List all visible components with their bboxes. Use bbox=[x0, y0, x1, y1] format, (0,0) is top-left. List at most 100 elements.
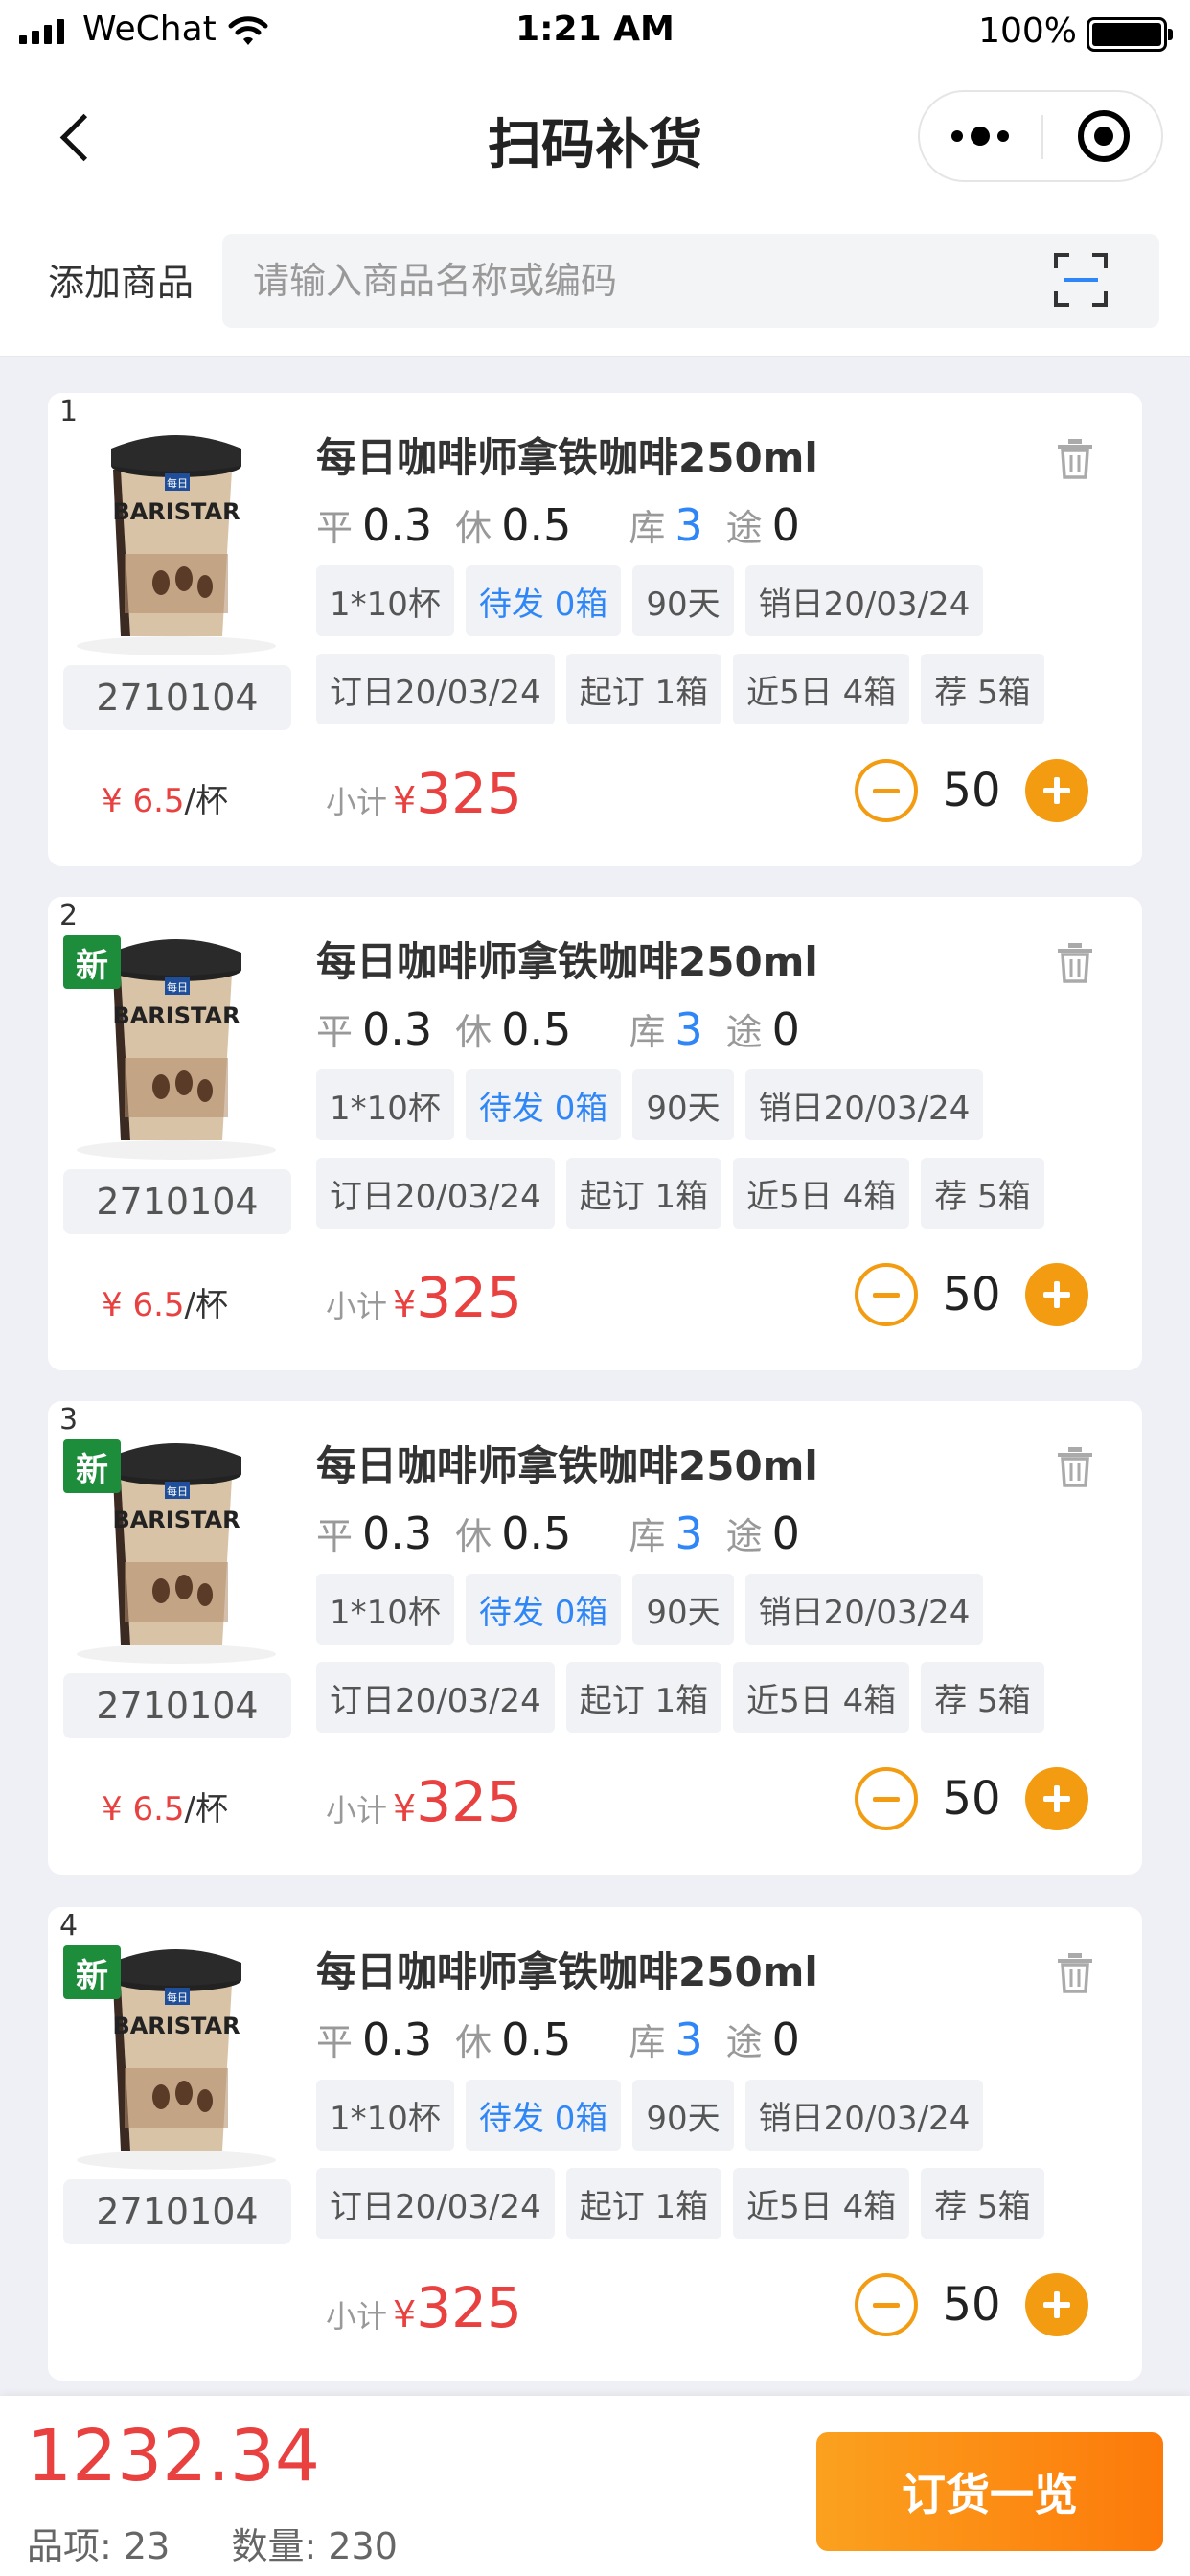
minus-icon[interactable] bbox=[855, 1263, 918, 1326]
price-unit: /杯 bbox=[184, 782, 228, 820]
items-label: 品项: bbox=[27, 2525, 112, 2567]
minus-icon[interactable] bbox=[855, 2273, 918, 2336]
tag-row-1: 1*10杯 待发 0箱 90天 销日20/03/24 bbox=[316, 1574, 984, 1644]
info-tag: 销日20/03/24 bbox=[744, 565, 984, 636]
info-tag: 订日20/03/24 bbox=[316, 654, 555, 724]
ku-value: 3 bbox=[675, 1003, 703, 1055]
tu-value: 0 bbox=[771, 1507, 800, 1559]
quantity-value[interactable]: 50 bbox=[918, 2278, 1025, 2332]
info-tag: 待发 0箱 bbox=[465, 565, 622, 636]
ping-label: 平 bbox=[316, 1515, 354, 1557]
info-tag: 近5日 4箱 bbox=[733, 1158, 910, 1229]
price-value: ¥ 6.5 bbox=[102, 1286, 185, 1324]
quantity-value[interactable]: 50 bbox=[918, 1268, 1025, 1322]
unit-price: ¥ 6.5/杯 bbox=[102, 1782, 228, 1829]
info-tag: 待发 0箱 bbox=[465, 2080, 622, 2150]
trash-icon[interactable] bbox=[1056, 1951, 1094, 1993]
quantity-stepper: 50 bbox=[855, 1767, 1088, 1830]
trash-icon[interactable] bbox=[1056, 941, 1094, 983]
info-tag: 1*10杯 bbox=[316, 565, 454, 636]
subtotal-amount: 325 bbox=[416, 761, 522, 826]
svg-text:每日: 每日 bbox=[167, 476, 188, 490]
new-badge: 新 bbox=[63, 935, 121, 989]
product-card: 4 新每日 BARISTAR 2710104 每日咖啡师拿铁咖啡250ml 平 0.3 休 0.… bbox=[48, 1907, 1142, 2380]
unit-price: ¥ 6.5/杯 bbox=[102, 774, 228, 821]
info-tag: 荐 5箱 bbox=[921, 2168, 1044, 2239]
product-image: 每日 BARISTAR bbox=[65, 410, 287, 659]
xiu-label: 休 bbox=[455, 507, 492, 549]
info-tag: 销日20/03/24 bbox=[744, 1574, 984, 1644]
quantity-value[interactable]: 50 bbox=[918, 1772, 1025, 1826]
subtotal: 小计 ¥325 bbox=[326, 2275, 522, 2340]
quantity-stepper: 50 bbox=[855, 2273, 1088, 2336]
ku-label: 库 bbox=[629, 1011, 666, 1053]
stock-stats: 平 0.3 休 0.5 库 3 途 0 bbox=[316, 1002, 800, 1055]
product-title: 每日咖啡师拿铁咖啡250ml bbox=[316, 434, 818, 481]
search-input[interactable] bbox=[222, 234, 1159, 328]
info-tag: 待发 0箱 bbox=[465, 1070, 622, 1140]
info-tag: 近5日 4箱 bbox=[733, 654, 910, 724]
svg-text:每日: 每日 bbox=[167, 1990, 188, 2004]
product-card: 2 新每日 BARISTAR 2710104 ¥ 6.5/杯 每日咖啡师拿铁咖啡250ml… bbox=[48, 897, 1142, 1370]
minus-icon[interactable] bbox=[855, 1767, 918, 1830]
subtotal-label: 小计 bbox=[326, 2298, 388, 2334]
ku-value: 3 bbox=[675, 499, 703, 551]
product-title: 每日咖啡师拿铁咖啡250ml bbox=[316, 1442, 818, 1489]
add-product-label: 添加商品 bbox=[48, 262, 195, 304]
info-tag: 待发 0箱 bbox=[465, 1574, 622, 1644]
xiu-value: 0.5 bbox=[501, 1003, 572, 1055]
ping-label: 平 bbox=[316, 1011, 354, 1053]
trash-icon[interactable] bbox=[1056, 1445, 1094, 1487]
tag-row-1: 1*10杯 待发 0箱 90天 销日20/03/24 bbox=[316, 1070, 984, 1140]
info-tag: 销日20/03/24 bbox=[744, 1070, 984, 1140]
ku-label: 库 bbox=[629, 507, 666, 549]
info-tag: 1*10杯 bbox=[316, 2080, 454, 2150]
order-total: 1232.34 bbox=[27, 2415, 321, 2497]
info-tag: 90天 bbox=[632, 1574, 734, 1644]
tag-row-2: 订日20/03/24 起订 1箱 近5日 4箱荐 5箱 bbox=[316, 654, 1044, 724]
price-value: ¥ 6.5 bbox=[102, 1790, 185, 1828]
product-code: 2710104 bbox=[63, 1169, 291, 1234]
close-circle-icon[interactable] bbox=[1042, 92, 1163, 180]
product-code: 2710104 bbox=[63, 1673, 291, 1738]
info-tag: 1*10杯 bbox=[316, 1070, 454, 1140]
order-overview-button[interactable]: 订货一览 bbox=[816, 2432, 1163, 2551]
ku-label: 库 bbox=[629, 2021, 666, 2063]
subtotal: 小计 ¥325 bbox=[326, 1265, 522, 1330]
add-product-row: 添加商品 bbox=[0, 207, 1190, 356]
subtotal-currency: ¥ bbox=[393, 1787, 417, 1829]
info-tag: 90天 bbox=[632, 1070, 734, 1140]
qty-count: 230 bbox=[328, 2525, 398, 2567]
info-tag: 订日20/03/24 bbox=[316, 2168, 555, 2239]
info-tag: 荐 5箱 bbox=[921, 1662, 1044, 1733]
order-counts: 品项: 23 数量: 230 bbox=[27, 2517, 398, 2569]
plus-icon[interactable] bbox=[1025, 759, 1088, 822]
xiu-label: 休 bbox=[455, 1011, 492, 1053]
trash-icon[interactable] bbox=[1056, 437, 1094, 479]
minus-icon[interactable] bbox=[855, 759, 918, 822]
plus-icon[interactable] bbox=[1025, 1767, 1088, 1830]
subtotal-label: 小计 bbox=[326, 1288, 388, 1324]
new-badge: 新 bbox=[63, 1945, 121, 1999]
more-dots-icon[interactable] bbox=[920, 92, 1041, 180]
stock-stats: 平 0.3 休 0.5 库 3 途 0 bbox=[316, 2012, 800, 2065]
ping-value: 0.3 bbox=[362, 1003, 433, 1055]
plus-icon[interactable] bbox=[1025, 1263, 1088, 1326]
info-tag: 订日20/03/24 bbox=[316, 1158, 555, 1229]
qty-label: 数量: bbox=[231, 2525, 317, 2567]
info-tag: 90天 bbox=[632, 565, 734, 636]
subtotal-amount: 325 bbox=[416, 1769, 522, 1834]
tu-label: 途 bbox=[725, 507, 763, 549]
quantity-value[interactable]: 50 bbox=[918, 764, 1025, 817]
status-bar: WeChat 1:21 AM 100% bbox=[0, 0, 1190, 67]
scan-icon[interactable] bbox=[1052, 251, 1110, 309]
info-tag: 起订 1箱 bbox=[565, 654, 722, 724]
info-tag: 荐 5箱 bbox=[921, 654, 1044, 724]
subtotal-label: 小计 bbox=[326, 1792, 388, 1828]
plus-icon[interactable] bbox=[1025, 2273, 1088, 2336]
subtotal-amount: 325 bbox=[416, 1265, 522, 1330]
items-count: 23 bbox=[123, 2525, 171, 2567]
new-badge: 新 bbox=[63, 1439, 121, 1493]
xiu-label: 休 bbox=[455, 2021, 492, 2063]
svg-text:每日: 每日 bbox=[167, 1484, 188, 1498]
